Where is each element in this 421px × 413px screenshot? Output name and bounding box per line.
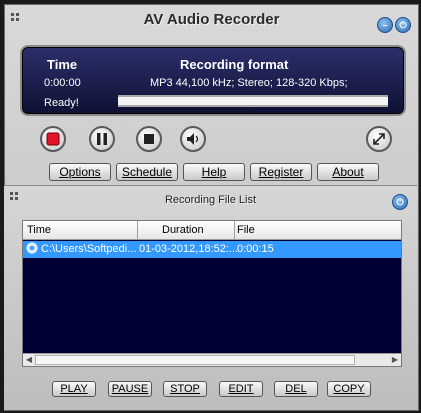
copy-label: COPY: [333, 383, 365, 395]
delete-button[interactable]: DEL: [274, 381, 318, 397]
options-button[interactable]: Options: [49, 163, 111, 181]
about-button[interactable]: About: [317, 163, 379, 181]
column-header-file[interactable]: File: [237, 224, 255, 236]
stop-button[interactable]: [136, 126, 162, 152]
stop-label: STOP: [170, 383, 200, 395]
list-title: Recording File List: [164, 194, 257, 206]
pause-button[interactable]: [89, 126, 115, 152]
compact-mode-button[interactable]: [366, 126, 392, 152]
app-title: AV Audio Recorder: [143, 11, 280, 28]
pause-icon: [97, 133, 107, 145]
register-button[interactable]: Register: [250, 163, 312, 181]
time-label: Time: [47, 57, 78, 72]
pause-list-button[interactable]: PAUSE: [108, 381, 152, 397]
stop-list-button[interactable]: STOP: [163, 381, 207, 397]
level-progress-bar: [118, 95, 388, 107]
horizontal-scrollbar[interactable]: ◀ ▶: [23, 353, 401, 366]
status-text: Ready!: [44, 97, 79, 109]
table-row[interactable]: C:\Users\Softpedi... 01-03-2012,18:52:..…: [23, 241, 401, 258]
power-icon[interactable]: ⏻: [392, 194, 408, 210]
row-time: C:\Users\Softpedi...: [41, 243, 137, 255]
scrollbar-thumb[interactable]: [35, 355, 355, 365]
power-icon[interactable]: ⏻: [395, 17, 411, 33]
volume-button[interactable]: [180, 126, 206, 152]
scroll-right-icon[interactable]: ▶: [389, 354, 401, 366]
copy-button[interactable]: COPY: [327, 381, 371, 397]
column-header-duration[interactable]: Duration: [162, 224, 204, 236]
edit-label: EDIT: [228, 383, 254, 395]
edit-button[interactable]: EDIT: [219, 381, 263, 397]
resize-icon: [373, 133, 385, 145]
format-label: Recording format: [180, 57, 289, 72]
file-icon: [26, 242, 38, 257]
scroll-left-icon[interactable]: ◀: [23, 354, 35, 366]
format-value: MP3 44,100 kHz; Stereo; 128-320 Kbps;: [150, 77, 348, 89]
record-icon: [46, 132, 60, 146]
list-header: Time Duration File: [23, 221, 401, 240]
schedule-button[interactable]: Schedule: [116, 163, 178, 181]
time-value: 0:00:00: [44, 77, 81, 89]
delete-label: DEL: [285, 383, 307, 395]
row-file: 0:00:15: [237, 243, 274, 255]
recording-file-list[interactable]: Time Duration File C:\Users\Softpedi... …: [22, 220, 402, 367]
pause-label: PAUSE: [111, 383, 149, 395]
help-button[interactable]: Help: [183, 163, 245, 181]
record-button[interactable]: [40, 126, 66, 152]
recording-list-panel: Recording File List ⏻ Time Duration File…: [4, 185, 417, 410]
column-header-time[interactable]: Time: [27, 224, 51, 236]
play-button[interactable]: PLAY: [52, 381, 96, 397]
play-label: PLAY: [60, 383, 88, 395]
row-duration: 01-03-2012,18:52:...: [139, 243, 239, 255]
stop-icon: [144, 134, 154, 144]
recording-display: Time Recording format 0:00:00 MP3 44,100…: [20, 45, 406, 116]
volume-icon: [187, 133, 199, 145]
minimize-icon[interactable]: –: [377, 17, 393, 33]
